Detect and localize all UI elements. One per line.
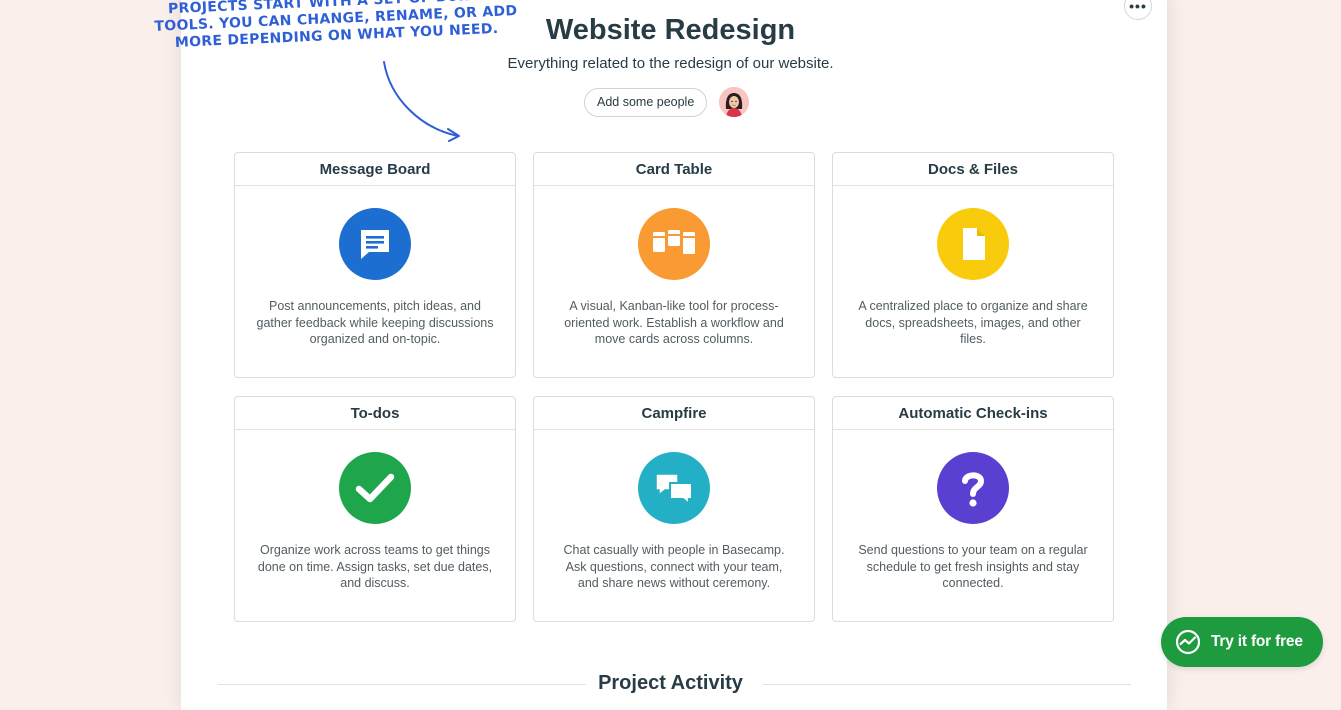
try-it-free-label: Try it for free: [1211, 633, 1303, 650]
tool-card-campfire[interactable]: Campfire Chat casually with people in Ba…: [533, 396, 815, 622]
question-mark-icon: [937, 452, 1009, 524]
people-row: Add some people: [584, 87, 750, 117]
tool-card-description: Send questions to your team on a regular…: [858, 543, 1088, 590]
more-dots-icon: •••: [1129, 0, 1147, 14]
checkmark-icon: [339, 452, 411, 524]
tool-card-message-board[interactable]: Message Board Post announcements, pitch …: [234, 152, 516, 378]
basecamp-logo-icon: [1175, 629, 1201, 655]
message-board-icon: [339, 208, 411, 280]
tool-card-title: Campfire: [534, 397, 814, 430]
tool-card-card-table[interactable]: Card Table A visual, Kanban-like tool fo…: [533, 152, 815, 378]
try-it-free-button[interactable]: Try it for free: [1161, 617, 1323, 667]
project-title: Website Redesign: [545, 14, 796, 46]
tool-card-title: To-dos: [235, 397, 515, 430]
tool-card-automatic-check-ins[interactable]: Automatic Check-ins Send questions to yo…: [832, 396, 1114, 622]
tool-card-title: Automatic Check-ins: [833, 397, 1113, 430]
tool-card-title: Docs & Files: [833, 153, 1113, 186]
tool-card-description: Organize work across teams to get things…: [257, 543, 493, 590]
tool-card-docs-files[interactable]: Docs & Files A centralized place to orga…: [832, 152, 1114, 378]
add-people-button[interactable]: Add some people: [584, 87, 708, 117]
tool-card-description: Chat casually with people in Basecamp. A…: [563, 543, 785, 590]
tool-card-description: Post announcements, pitch ideas, and gat…: [256, 299, 494, 346]
tool-card-description: A centralized place to organize and shar…: [858, 299, 1088, 346]
tool-card-todos[interactable]: To-dos Organize work across teams to get…: [234, 396, 516, 622]
tool-card-title: Message Board: [235, 153, 515, 186]
card-table-icon: [638, 208, 710, 280]
avatar[interactable]: [719, 87, 750, 117]
project-description: Everything related to the redesign of ou…: [507, 55, 834, 72]
tool-card-description: A visual, Kanban-like tool for process-o…: [564, 299, 784, 346]
tool-card-title: Card Table: [534, 153, 814, 186]
document-icon: [937, 208, 1009, 280]
chat-bubbles-icon: [638, 452, 710, 524]
